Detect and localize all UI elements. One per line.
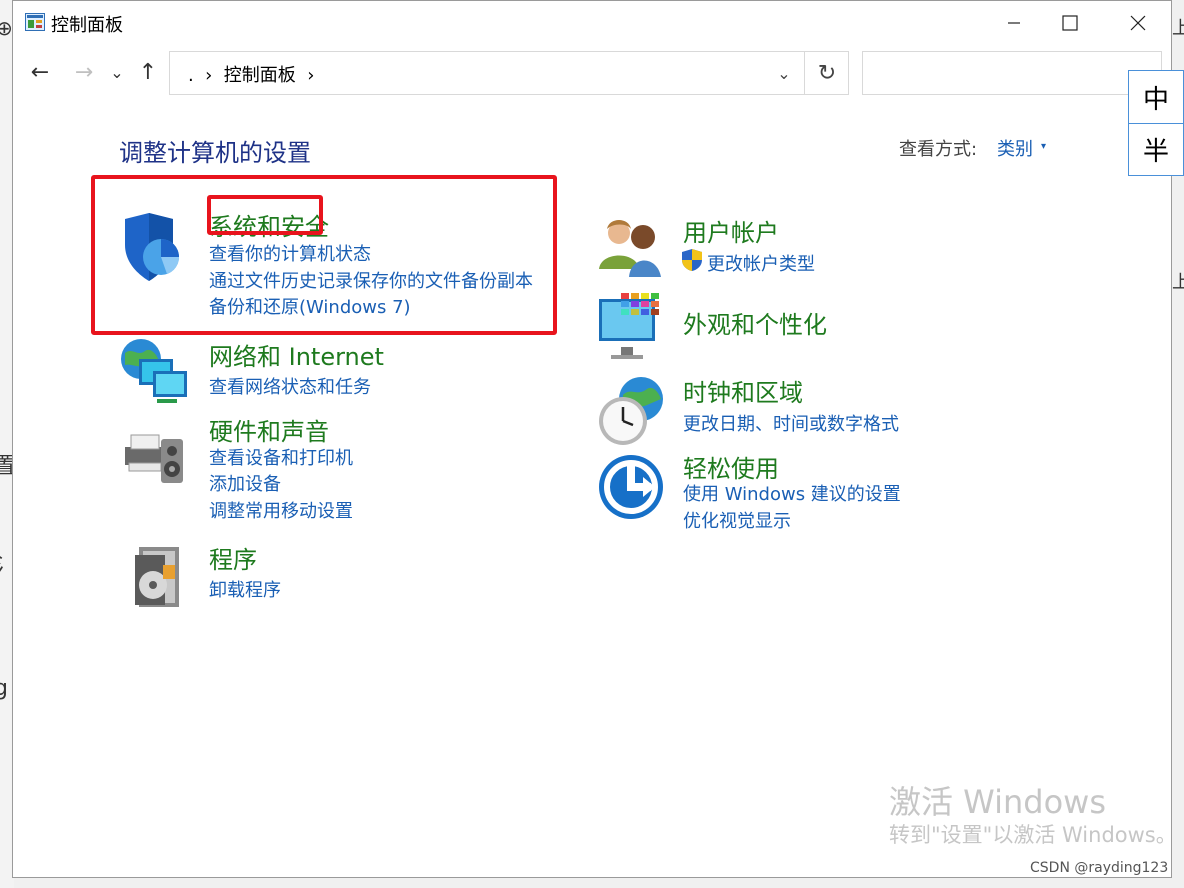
background-fragment: 上 [1172,272,1184,293]
highlight-box-system-security [91,175,557,335]
maximize-button[interactable] [1035,1,1105,45]
maximize-icon [1062,15,1078,31]
chevron-down-icon: ⌄ [777,63,791,83]
control-panel-app-icon [25,13,45,31]
link-uninstall-program[interactable]: 卸载程序 [209,576,281,602]
up-button[interactable]: ↑ [133,57,163,87]
title-bar[interactable]: 控制面板 [13,1,1171,45]
activation-watermark-title: 激活 Windows [889,783,1107,821]
clock-globe-icon [599,377,663,445]
category-ease-of-access[interactable]: 轻松使用 [683,449,779,484]
category-user-accounts[interactable]: 用户帐户 [683,213,779,248]
network-globe-icon [121,339,187,403]
category-clock-region[interactable]: 时钟和区域 [683,373,803,408]
programs-icon [135,547,179,607]
forward-arrow-icon: → [74,59,94,85]
background-fragment: ⊕ [0,16,13,40]
window-title: 控制面板 [51,15,123,36]
link-add-device[interactable]: 添加设备 [209,470,281,496]
link-optimize-visual-display[interactable]: 优化视觉显示 [683,507,791,533]
ime-half-width[interactable]: 半 [1129,123,1183,175]
address-dropdown-button[interactable]: ⌄ [766,52,802,94]
navigation-bar: ← → ⌄ ↑ . › 控制面板 › ⌄ ↻ [13,49,1171,97]
link-windows-recommended-settings[interactable]: 使用 Windows 建议的设置 [683,480,901,506]
minimize-icon [1008,22,1020,24]
appearance-monitor-icon [599,293,659,359]
user-accounts-icon [599,220,661,277]
printer-speaker-icon [125,434,183,483]
close-icon [1130,15,1146,31]
dropdown-arrow-icon[interactable]: ▾ [1041,141,1046,152]
back-arrow-icon: ← [30,59,50,85]
close-button[interactable] [1103,1,1173,45]
highlight-box-category-title [207,195,323,235]
view-by-dropdown[interactable]: 类别 [997,135,1033,161]
ime-status-panel[interactable]: 中 半 [1128,70,1184,176]
control-panel-window: 控制面板 ← → ⌄ ↑ . › 控制面板 › ⌄ ↻ 调整计算机的设置 查看方… [12,0,1177,878]
background-fragment: g [0,676,8,701]
search-input[interactable] [862,51,1162,95]
category-network-internet[interactable]: 网络和 Internet [209,337,384,372]
page-title: 调整计算机的设置 [119,139,311,167]
recent-locations-button[interactable]: ⌄ [105,57,129,87]
address-bar[interactable]: . › 控制面板 › ⌄ ↻ [169,51,849,95]
activation-watermark-subtitle: 转到"设置"以激活 Windows。 [889,823,1177,847]
chevron-down-icon: ⌄ [110,62,124,82]
csdn-watermark: CSDN @rayding123 [1030,860,1169,876]
link-change-date-time-format[interactable]: 更改日期、时间或数字格式 [683,410,899,436]
up-arrow-icon: ↑ [138,59,158,85]
view-by-label: 查看方式: [899,139,978,160]
address-path[interactable]: . › 控制面板 › [188,61,314,87]
category-programs[interactable]: 程序 [209,540,257,575]
link-devices-printers[interactable]: 查看设备和打印机 [209,444,353,470]
ime-chinese-mode[interactable]: 中 [1129,71,1183,123]
category-appearance-personalization[interactable]: 外观和个性化 [683,305,827,340]
uac-shield-icon [682,249,702,271]
refresh-icon: ↻ [817,60,837,86]
refresh-button[interactable]: ↻ [804,52,849,94]
category-hardware-sound[interactable]: 硬件和声音 [209,412,329,447]
link-mobility-settings[interactable]: 调整常用移动设置 [209,497,353,523]
forward-button[interactable]: → [69,57,99,87]
ease-of-access-icon [599,455,663,519]
link-change-account-type[interactable]: 更改帐户类型 [707,250,815,276]
back-button[interactable]: ← [25,57,55,87]
background-fragment: 上 [1172,18,1184,39]
link-network-status-tasks[interactable]: 查看网络状态和任务 [209,373,371,399]
